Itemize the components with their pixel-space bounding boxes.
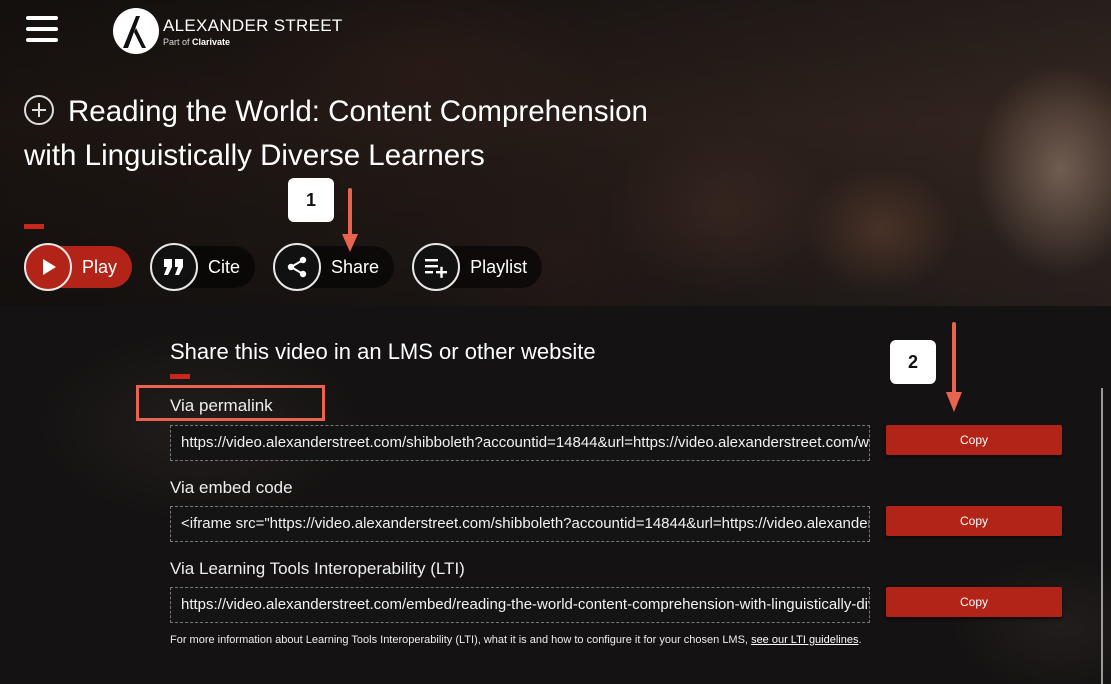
page-title: Reading the World: Content Comprehension… <box>24 95 648 172</box>
brand-subtitle: Part of Clarivate <box>163 36 231 47</box>
playlist-add-icon <box>412 243 461 291</box>
annotation-arrow-1 <box>342 188 358 252</box>
permalink-field[interactable]: https://video.alexanderstreet.com/shibbo… <box>170 425 870 461</box>
lti-label: Via Learning Tools Interoperability (LTI… <box>170 559 465 578</box>
brand-logo[interactable]: ALEXANDER STREET Part of Clarivate <box>113 8 343 54</box>
lti-footnote: For more information about Learning Tool… <box>170 634 862 646</box>
alexander-street-logo-icon <box>113 8 159 54</box>
share-panel-title: Share this video in an LMS or other webs… <box>170 339 596 364</box>
play-label: Play <box>82 256 118 277</box>
annotation-badge-2: 2 <box>890 340 936 384</box>
share-label: Share <box>331 256 380 277</box>
lti-field[interactable]: https://video.alexanderstreet.com/embed/… <box>170 587 870 623</box>
annotation-highlight-box <box>136 385 325 421</box>
add-plus-icon[interactable] <box>24 95 54 125</box>
brand-name: ALEXANDER STREET <box>163 15 343 35</box>
play-button[interactable]: Play <box>24 243 133 291</box>
embed-code-label: Via embed code <box>170 478 293 497</box>
cite-label: Cite <box>208 256 241 277</box>
quote-icon <box>150 243 199 291</box>
video-title-block: Reading the World: Content Comprehension… <box>24 90 704 178</box>
title-accent-bar <box>24 224 44 229</box>
playlist-button[interactable]: Playlist <box>412 243 543 291</box>
scrollbar[interactable] <box>1101 388 1103 684</box>
lti-guidelines-link[interactable]: see our LTI guidelines <box>751 634 858 646</box>
video-actions: Play Cite Share Playlist <box>24 243 560 291</box>
embed-code-field[interactable]: <iframe src="https://video.alexanderstre… <box>170 506 870 542</box>
playlist-label: Playlist <box>470 256 528 277</box>
annotation-arrow-2 <box>946 322 962 412</box>
copy-embed-button[interactable]: Copy <box>886 506 1062 536</box>
share-icon <box>273 243 322 291</box>
cite-button[interactable]: Cite <box>150 243 256 291</box>
copy-lti-button[interactable]: Copy <box>886 587 1062 617</box>
play-icon <box>24 243 72 291</box>
panel-accent-bar <box>170 374 190 379</box>
copy-permalink-button[interactable]: Copy <box>886 425 1062 455</box>
share-button[interactable]: Share <box>273 243 395 291</box>
annotation-badge-1: 1 <box>288 178 334 222</box>
menu-icon[interactable] <box>26 16 58 46</box>
